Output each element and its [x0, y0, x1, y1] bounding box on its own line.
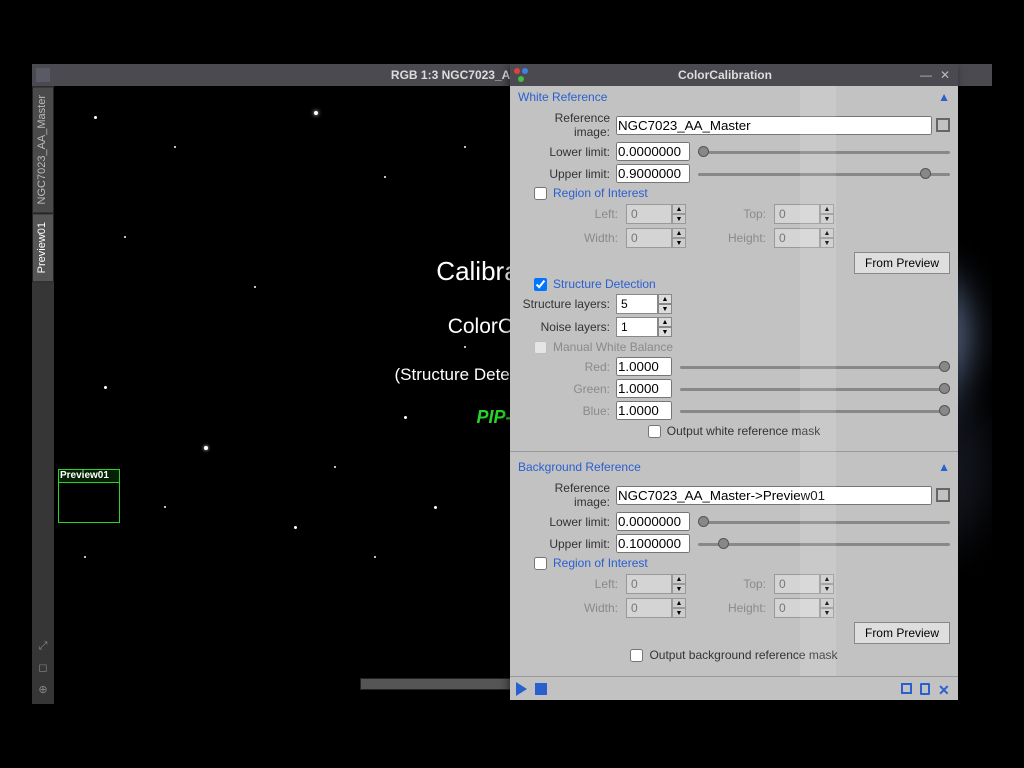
- preview-region[interactable]: Preview01: [58, 469, 120, 523]
- mwb-green: [616, 379, 672, 398]
- white-upper-limit[interactable]: [616, 164, 690, 183]
- bg-lower-slider[interactable]: [698, 519, 950, 525]
- preview-region-label: Preview01: [58, 469, 120, 483]
- dialog-titlebar[interactable]: ColorCalibration — ✕: [510, 64, 958, 86]
- white-roi-width[interactable]: [626, 228, 672, 248]
- mwb-red: [616, 357, 672, 376]
- tab-preview01[interactable]: Preview01: [32, 213, 54, 282]
- white-ref-image[interactable]: [616, 116, 932, 135]
- docs-icon[interactable]: [920, 683, 930, 695]
- target-icon[interactable]: ⊕: [37, 684, 49, 696]
- white-roi-height[interactable]: [774, 228, 820, 248]
- bg-lower-limit[interactable]: [616, 512, 690, 531]
- bg-roi-width[interactable]: [626, 598, 672, 618]
- noise-layers[interactable]: [616, 317, 658, 337]
- mwb-green-slider: [680, 386, 950, 392]
- dialog-title: ColorCalibration: [534, 68, 916, 82]
- white-roi-top[interactable]: [774, 204, 820, 224]
- preview-tabstrip: NGC7023_AA_Master Preview01: [32, 86, 54, 704]
- tab-master[interactable]: NGC7023_AA_Master: [32, 86, 54, 213]
- apply-icon[interactable]: [516, 682, 527, 696]
- output-white-mask-checkbox[interactable]: [648, 425, 661, 438]
- view-gutter: ⤢ ◻ ⊕: [32, 632, 54, 704]
- horizontal-scrollbar[interactable]: [360, 678, 530, 690]
- new-instance-icon[interactable]: [901, 683, 912, 694]
- bg-upper-limit[interactable]: [616, 534, 690, 553]
- bg-roi-left[interactable]: [626, 574, 672, 594]
- white-roi-from-preview[interactable]: From Preview: [854, 252, 950, 274]
- colorcalibration-dialog: ColorCalibration — ✕ White Reference ▲ R…: [510, 64, 958, 700]
- apply-global-icon[interactable]: [535, 683, 547, 695]
- bg-ref-picker-icon[interactable]: [936, 488, 950, 502]
- collapse-icon: ▲: [938, 460, 950, 474]
- close-icon[interactable]: ✕: [936, 68, 954, 82]
- manual-wb-checkbox[interactable]: [534, 341, 547, 354]
- white-upper-slider[interactable]: [698, 171, 950, 177]
- bg-roi-from-preview[interactable]: From Preview: [854, 622, 950, 644]
- bg-roi-height[interactable]: [774, 598, 820, 618]
- collapse-icon: ▲: [938, 90, 950, 104]
- bg-roi-grid: Left: ▲▼ Top: ▲▼ Width: ▲▼ Height: ▲▼: [558, 574, 950, 618]
- white-roi-left[interactable]: [626, 204, 672, 224]
- reset-icon[interactable]: ✕: [938, 682, 952, 696]
- bg-ref-image[interactable]: [616, 486, 932, 505]
- bg-upper-slider[interactable]: [698, 541, 950, 547]
- dialog-footer: ✕: [510, 676, 958, 700]
- mwb-red-slider: [680, 364, 950, 370]
- process-icon: [514, 68, 528, 82]
- window-icon: [36, 68, 50, 82]
- white-lower-slider[interactable]: [698, 149, 950, 155]
- shade-icon[interactable]: —: [916, 68, 936, 82]
- mwb-blue-slider: [680, 408, 950, 414]
- expand-icon[interactable]: ⤢: [37, 640, 49, 652]
- white-lower-limit[interactable]: [616, 142, 690, 161]
- white-roi-checkbox[interactable]: [534, 187, 547, 200]
- mwb-blue: [616, 401, 672, 420]
- white-ref-header[interactable]: White Reference ▲: [510, 86, 958, 108]
- output-bg-mask-checkbox[interactable]: [630, 649, 643, 662]
- bg-roi-checkbox[interactable]: [534, 557, 547, 570]
- white-ref-picker-icon[interactable]: [936, 118, 950, 132]
- bg-ref-header[interactable]: Background Reference ▲: [510, 456, 958, 478]
- crop-icon[interactable]: ◻: [37, 662, 49, 674]
- structure-layers[interactable]: [616, 294, 658, 314]
- structure-detection-checkbox[interactable]: [534, 278, 547, 291]
- bg-roi-top[interactable]: [774, 574, 820, 594]
- white-roi-grid: Left: ▲▼ Top: ▲▼ Width: ▲▼ Height: ▲▼: [558, 204, 950, 248]
